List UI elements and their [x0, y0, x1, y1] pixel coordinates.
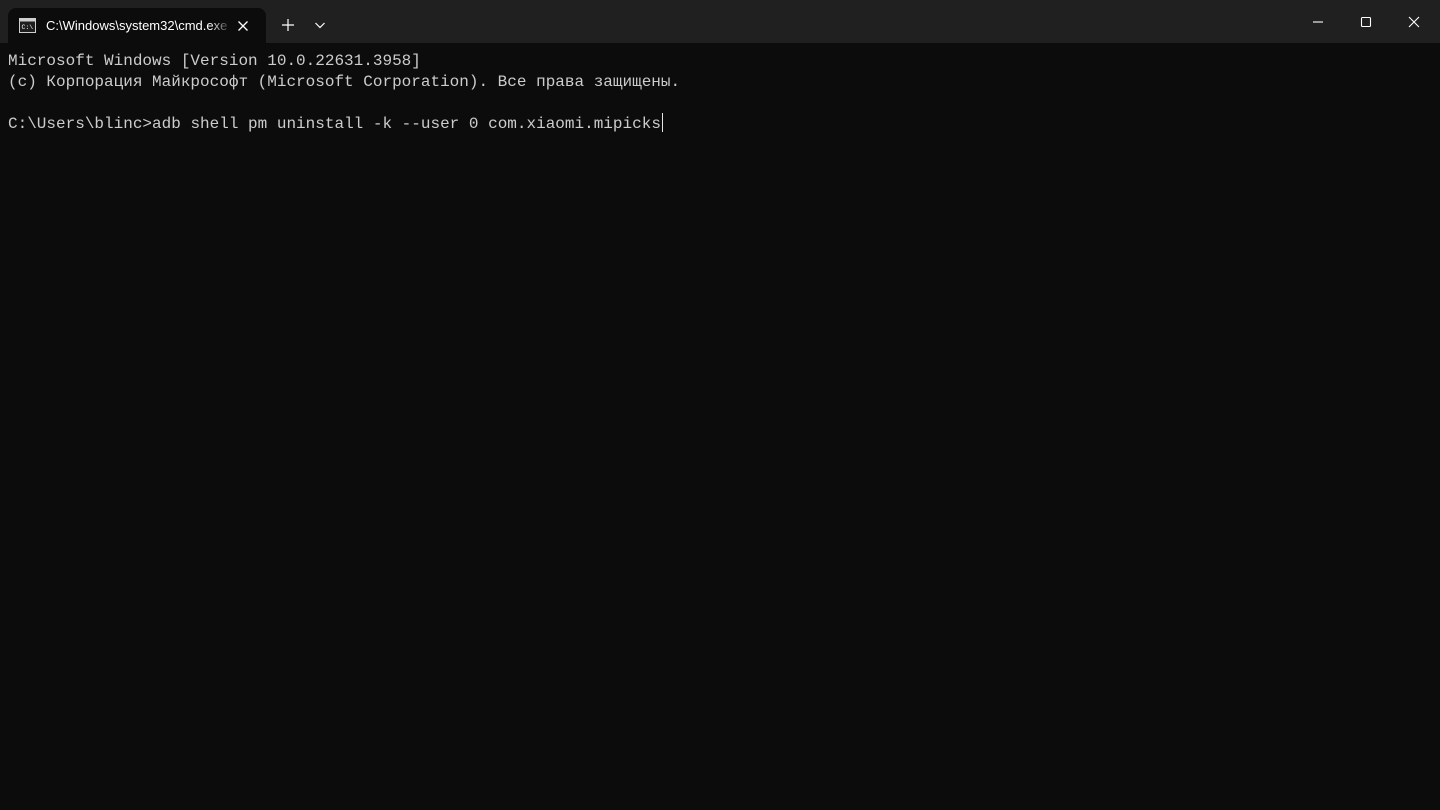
- minimize-button[interactable]: [1294, 0, 1342, 43]
- tab-title: C:\Windows\system32\cmd.exe: [46, 18, 228, 33]
- terminal-icon: C:\: [19, 18, 36, 33]
- command-line[interactable]: C:\Users\blinc>adb shell pm uninstall -k…: [8, 112, 1440, 134]
- minimize-icon: [1313, 20, 1323, 23]
- terminal-window: C:\ C:\Windows\system32\cmd.exe Microsof…: [0, 0, 1440, 810]
- tab-close-button[interactable]: [232, 15, 254, 37]
- window-close-button[interactable]: [1390, 0, 1438, 43]
- text-cursor: [661, 112, 663, 132]
- svg-text:C:\: C:\: [22, 24, 34, 31]
- chevron-down-icon: [315, 22, 325, 29]
- tab-dropdown-button[interactable]: [306, 11, 334, 39]
- maximize-button[interactable]: [1342, 0, 1390, 43]
- close-icon: [1408, 16, 1420, 27]
- console-output[interactable]: Microsoft Windows [Version 10.0.22631.39…: [0, 43, 1440, 810]
- plus-icon: [282, 19, 294, 31]
- prompt: C:\Users\blinc>: [8, 114, 153, 133]
- console-line: (с) Корпорация Майкрософт (Microsoft Cor…: [8, 72, 681, 91]
- close-icon: [238, 21, 248, 31]
- title-bar[interactable]: C:\ C:\Windows\system32\cmd.exe: [0, 0, 1440, 43]
- maximize-icon: [1360, 16, 1372, 27]
- console-line: Microsoft Windows [Version 10.0.22631.39…: [8, 52, 421, 70]
- command-input[interactable]: adb shell pm uninstall -k --user 0 com.x…: [152, 115, 661, 133]
- new-tab-button[interactable]: [274, 11, 302, 39]
- tab-cmd[interactable]: C:\ C:\Windows\system32\cmd.exe: [8, 8, 266, 43]
